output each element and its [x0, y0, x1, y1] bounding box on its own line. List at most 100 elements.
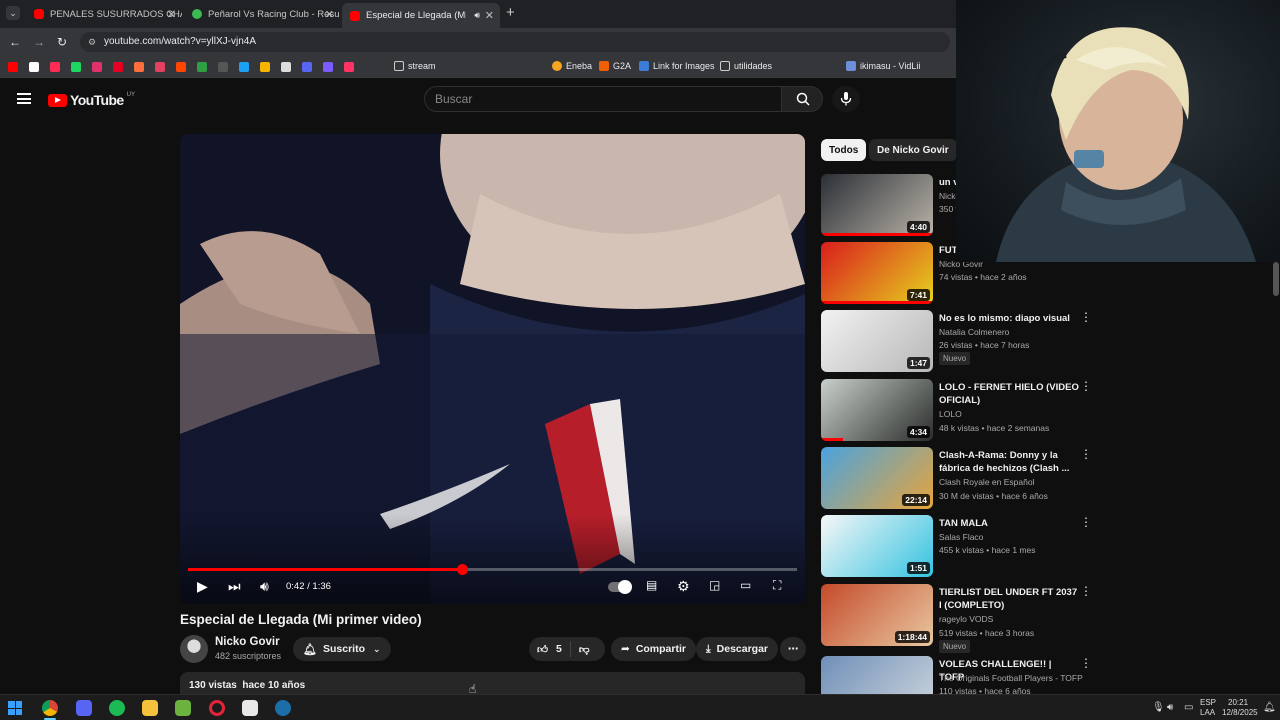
new-tab-button[interactable]: +	[506, 4, 515, 21]
page-scrollbar[interactable]	[1272, 262, 1280, 692]
tab-penarol[interactable]: Peñarol Vs Racing Club - Result ✕	[184, 3, 340, 25]
volume-icon[interactable]: 🔊︎	[260, 578, 269, 595]
bookmark-favicon-icon[interactable]	[197, 62, 207, 72]
related-video-channel[interactable]: The Originals Football Players - TOFP	[939, 673, 1083, 683]
fullscreen-icon[interactable]: ⛶	[773, 578, 781, 593]
tab-list-button[interactable]: ⌄	[6, 6, 20, 20]
spotify-icon[interactable]	[109, 700, 125, 716]
share-button[interactable]: ➦ Compartir	[611, 637, 696, 661]
scrollbar-thumb[interactable]	[1273, 262, 1279, 296]
search-input[interactable]: Buscar	[424, 86, 782, 112]
related-video-item[interactable]: 4:34 LOLO - FERNET HIELO (VIDEO OFICIAL) L…	[821, 379, 1101, 443]
windows-start-icon[interactable]	[8, 701, 22, 715]
close-tab-icon[interactable]: ✕	[325, 8, 334, 21]
close-tab-icon[interactable]: ✕	[167, 8, 176, 21]
chrome-icon[interactable]	[42, 700, 58, 716]
bookmark-favicon-icon[interactable]	[323, 62, 333, 72]
channel-avatar[interactable]	[180, 635, 208, 663]
bookmark-stream[interactable]: stream	[394, 61, 436, 71]
related-video-channel[interactable]: Salas Flaco	[939, 532, 983, 542]
search-button[interactable]	[781, 86, 823, 112]
bookmark-favicon-icon[interactable]	[281, 62, 291, 72]
more-actions-button[interactable]: ⋯	[780, 637, 806, 661]
related-video-item[interactable]: 1:18:44 TIERLIST DEL UNDER FT 2037 I (COM…	[821, 584, 1101, 653]
related-video-item[interactable]: 1:47 No es lo mismo: diapo visual Natalia …	[821, 310, 1101, 374]
related-video-title[interactable]: TIERLIST DEL UNDER FT 2037 I (COMPLETO)	[939, 586, 1079, 612]
chip-de-nicko-govir[interactable]: De Nicko Govir	[869, 139, 957, 161]
tab-penales[interactable]: PENALES SUSURRADOS CHALL ✕	[26, 3, 182, 25]
theater-mode-icon[interactable]: ▭	[740, 578, 751, 592]
network-tray-icon[interactable]: ▭	[1184, 702, 1193, 713]
discord-icon[interactable]	[76, 700, 92, 716]
related-video-title[interactable]: No es lo mismo: diapo visual	[939, 312, 1079, 325]
bookmark-favicon-icon[interactable]	[71, 62, 81, 72]
notification-bell-icon[interactable]: 🔔︎	[1263, 702, 1276, 713]
bookmark-favicon-icon[interactable]	[8, 62, 18, 72]
bookmark-favicon-icon[interactable]	[113, 62, 123, 72]
video-thumbnail[interactable]: 4:34	[821, 379, 933, 441]
related-video-item[interactable]: 22:14 Clash-A-Rama: Donny y la fábrica de…	[821, 447, 1101, 511]
youtube-logo[interactable]: YouTube UY	[48, 92, 135, 108]
opera-gx-icon[interactable]	[209, 700, 225, 716]
bookmark-favicon-icon[interactable]	[176, 62, 186, 72]
bookmark-favicon-icon[interactable]	[260, 62, 270, 72]
file-explorer-icon[interactable]	[142, 700, 158, 716]
subscribed-button[interactable]: 🔔︎ Suscrito ⌄	[293, 637, 391, 661]
more-vertical-icon[interactable]: ⋮	[1080, 379, 1092, 393]
next-icon[interactable]: ⏭	[228, 578, 241, 595]
bookmark-favicon-icon[interactable]	[29, 62, 39, 72]
more-vertical-icon[interactable]: ⋮	[1080, 515, 1092, 529]
menu-icon[interactable]	[17, 93, 31, 104]
chip-todos[interactable]: Todos	[821, 139, 867, 161]
url-input[interactable]: ⚙ youtube.com/watch?v=yllXJ-vjn4A	[80, 32, 950, 52]
bookmark-favicon-icon[interactable]	[302, 62, 312, 72]
antivirus-icon[interactable]	[175, 700, 191, 716]
related-video-title[interactable]: Clash-A-Rama: Donny y la fábrica de hech…	[939, 449, 1079, 475]
bookmark-utilidades[interactable]: utilidades	[720, 61, 772, 71]
bookmark-eneba[interactable]: Eneba	[552, 61, 592, 71]
notepad-icon[interactable]	[242, 700, 258, 716]
clock-time[interactable]: 20:21	[1228, 698, 1248, 707]
more-vertical-icon[interactable]: ⋮	[1080, 584, 1092, 598]
related-video-channel[interactable]: LOLO	[939, 409, 962, 419]
related-video-channel[interactable]: rageylo VODS	[939, 614, 993, 624]
download-button[interactable]: ⤓ Descargar	[696, 637, 779, 661]
video-thumbnail[interactable]: 7:41	[821, 242, 933, 304]
microphone-tray-icon[interactable]: 🎙︎	[1152, 702, 1165, 713]
video-thumbnail[interactable]: 4:40	[821, 174, 933, 236]
site-info-icon[interactable]: ⚙	[88, 32, 96, 52]
related-video-channel[interactable]: Natalia Colmenero	[939, 327, 1009, 337]
related-video-item[interactable]: 1:51 TAN MALA Salas Flaco 455 k vistas • ha…	[821, 515, 1101, 579]
bookmark-link-for-images[interactable]: Link for Images	[639, 61, 715, 71]
bookmark-favicon-icon[interactable]	[218, 62, 228, 72]
related-video-title[interactable]: TAN MALA	[939, 517, 1079, 530]
miniplayer-icon[interactable]: ◲	[709, 578, 720, 592]
back-icon[interactable]: ←	[9, 35, 21, 49]
bookmark-vidlii[interactable]: ikimasu - VidLii	[846, 61, 920, 71]
more-vertical-icon[interactable]: ⋮	[1080, 447, 1092, 461]
bookmark-favicon-icon[interactable]	[239, 62, 249, 72]
close-tab-icon[interactable]: ✕	[485, 9, 494, 22]
progress-scrubber[interactable]	[457, 564, 469, 575]
progress-bar[interactable]	[188, 564, 797, 575]
steam-icon[interactable]	[275, 700, 291, 716]
video-thumbnail[interactable]: 1:18:44	[821, 584, 933, 646]
related-video-channel[interactable]: Clash Royale en Español	[939, 477, 1034, 487]
autoplay-toggle[interactable]	[608, 580, 632, 594]
bookmark-g2a[interactable]: G2A	[599, 61, 631, 71]
like-button[interactable]: 👍︎ 5	[529, 641, 571, 657]
clock-date[interactable]: 12/8/2025	[1222, 708, 1258, 717]
forward-icon[interactable]: →	[33, 35, 45, 49]
voice-search-button[interactable]	[832, 86, 860, 112]
play-icon[interactable]: ▶	[197, 578, 208, 595]
related-video-title[interactable]: LOLO - FERNET HIELO (VIDEO OFICIAL)	[939, 381, 1079, 407]
video-thumbnail[interactable]: 1:47	[821, 310, 933, 372]
reload-icon[interactable]: ↻	[57, 35, 67, 49]
settings-gear-icon[interactable]: ⚙	[677, 578, 690, 595]
speaker-icon[interactable]: 🔊︎	[474, 10, 480, 21]
more-vertical-icon[interactable]: ⋮	[1080, 656, 1092, 670]
bookmark-favicon-icon[interactable]	[344, 62, 354, 72]
bookmark-favicon-icon[interactable]	[50, 62, 60, 72]
video-thumbnail[interactable]: 1:51	[821, 515, 933, 577]
subtitles-icon[interactable]: ▤	[646, 578, 657, 592]
